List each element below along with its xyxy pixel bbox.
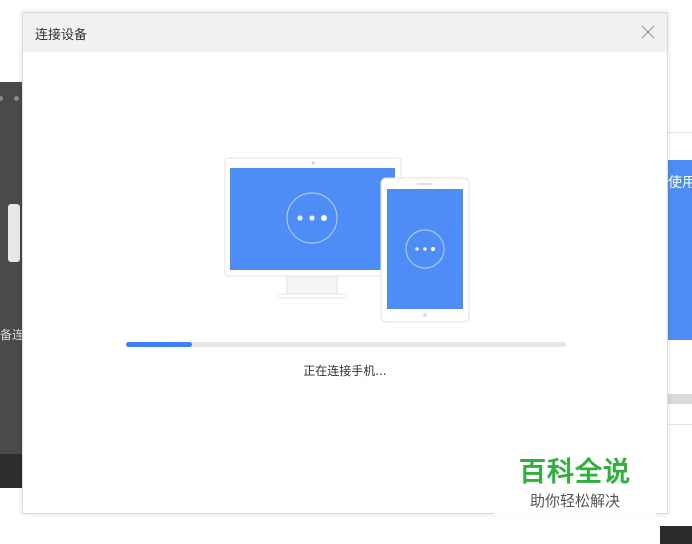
connect-device-dialog: 连接设备 正在连接手机... <box>22 12 668 514</box>
background-left-footer <box>0 454 24 488</box>
background-right-text: 使用 <box>668 175 692 191</box>
watermark-title: 百科全说 <box>519 457 631 488</box>
connection-illustration <box>219 156 479 340</box>
background-right-button: 使用 <box>668 160 692 340</box>
tablet-icon <box>380 177 470 323</box>
dialog-titlebar: 连接设备 <box>23 13 667 52</box>
monitor-icon <box>224 157 402 299</box>
background-left-text: 备连 <box>0 328 24 342</box>
connection-status-text: 正在连接手机... <box>303 364 387 378</box>
background-corner <box>660 526 692 544</box>
dialog-title: 连接设备 <box>35 28 88 43</box>
background-app-left-panel: 备连 <box>0 82 24 488</box>
watermark: 百科全说 助你轻松解决 <box>494 446 656 518</box>
progress-fill <box>126 342 192 347</box>
divider <box>668 132 692 133</box>
phone-thumbnail <box>8 204 20 262</box>
background-right-bar <box>668 394 692 404</box>
window-controls <box>0 96 24 102</box>
divider <box>668 424 692 425</box>
watermark-subtitle: 助你轻松解决 <box>529 492 620 510</box>
connection-progress-bar <box>126 342 566 347</box>
close-icon[interactable] <box>637 21 659 43</box>
